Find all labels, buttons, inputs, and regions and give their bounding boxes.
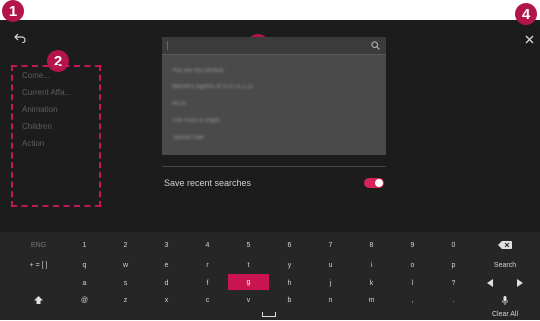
search-key[interactable]: Search bbox=[469, 258, 540, 272]
key-symbols[interactable]: + = [ ] bbox=[18, 258, 59, 272]
key[interactable]: 2 bbox=[105, 238, 146, 252]
key[interactable]: @ bbox=[64, 293, 105, 307]
suggestion-item[interactable]: You are my Destiny bbox=[172, 68, 224, 74]
key[interactable]: z bbox=[105, 293, 146, 307]
key[interactable]: l bbox=[392, 276, 433, 290]
key[interactable]: y bbox=[269, 258, 310, 272]
suggestion-item[interactable]: The Price is Right bbox=[172, 118, 219, 124]
search-panel: You are my Destiny Marvel's Agents of S.… bbox=[162, 37, 386, 155]
key[interactable]: r bbox=[187, 258, 228, 272]
key[interactable]: ? bbox=[433, 276, 474, 290]
close-icon[interactable] bbox=[525, 31, 534, 49]
key[interactable]: 6 bbox=[269, 238, 310, 252]
space-bar-icon bbox=[262, 311, 276, 317]
key[interactable]: , bbox=[392, 293, 433, 307]
key[interactable]: t bbox=[228, 258, 269, 272]
suggestion-item[interactable]: NCIS bbox=[172, 101, 186, 107]
text-cursor bbox=[167, 41, 168, 50]
key[interactable]: k bbox=[351, 276, 392, 290]
shift-key[interactable] bbox=[18, 293, 59, 307]
key[interactable]: 0 bbox=[433, 238, 474, 252]
key[interactable]: s bbox=[105, 276, 146, 290]
key[interactable]: 7 bbox=[310, 238, 351, 252]
divider bbox=[162, 166, 386, 167]
key[interactable]: o bbox=[392, 258, 433, 272]
category-item[interactable]: Action bbox=[22, 139, 44, 148]
shift-icon bbox=[34, 296, 43, 304]
key[interactable]: u bbox=[310, 258, 351, 272]
save-recent-label: Save recent searches bbox=[164, 178, 252, 188]
toggle-knob bbox=[375, 179, 383, 187]
key[interactable]: 5 bbox=[228, 238, 269, 252]
key[interactable]: i bbox=[351, 258, 392, 272]
key[interactable]: 4 bbox=[187, 238, 228, 252]
category-list-highlight bbox=[11, 65, 101, 207]
key[interactable]: v bbox=[228, 293, 269, 307]
clear-all-key[interactable]: Clear All bbox=[469, 307, 540, 321]
suggestion-item[interactable]: Tannen Hall bbox=[172, 135, 204, 141]
category-item[interactable]: Animation bbox=[22, 105, 58, 114]
key[interactable]: 3 bbox=[146, 238, 187, 252]
back-arrow-icon[interactable] bbox=[14, 30, 26, 48]
backspace-key[interactable] bbox=[469, 238, 540, 252]
left-right-arrows-icon bbox=[487, 279, 523, 287]
key[interactable]: x bbox=[146, 293, 187, 307]
key[interactable]: n bbox=[310, 293, 351, 307]
key[interactable]: a bbox=[64, 276, 105, 290]
key[interactable]: f bbox=[187, 276, 228, 290]
key[interactable]: p bbox=[433, 258, 474, 272]
key[interactable]: b bbox=[269, 293, 310, 307]
category-item[interactable]: Current Affa... bbox=[22, 88, 71, 97]
key[interactable]: j bbox=[310, 276, 351, 290]
suggestion-item[interactable]: Marvel's Agents of S.H.I.E.L.D. bbox=[172, 84, 254, 90]
category-item[interactable]: Come... bbox=[22, 71, 50, 80]
key[interactable]: 8 bbox=[351, 238, 392, 252]
key-lang[interactable]: ENG bbox=[18, 238, 59, 252]
save-recent-toggle[interactable] bbox=[364, 178, 384, 188]
key[interactable]: 1 bbox=[64, 238, 105, 252]
search-icon[interactable] bbox=[371, 41, 380, 50]
key[interactable]: q bbox=[64, 258, 105, 272]
key[interactable]: 9 bbox=[392, 238, 433, 252]
microphone-icon bbox=[502, 295, 508, 305]
key[interactable]: h bbox=[269, 276, 310, 290]
cursor-arrows-key[interactable] bbox=[469, 276, 540, 290]
on-screen-keyboard: ENG 1 2 3 4 5 6 7 8 9 0 + = [ ] q w e r … bbox=[0, 232, 540, 320]
backspace-icon bbox=[498, 241, 512, 249]
callout-4: 4 bbox=[515, 3, 537, 25]
space-key[interactable] bbox=[228, 307, 310, 321]
category-item[interactable]: Children bbox=[22, 122, 52, 131]
key[interactable]: c bbox=[187, 293, 228, 307]
key[interactable]: d bbox=[146, 276, 187, 290]
search-input[interactable] bbox=[162, 37, 386, 55]
key[interactable]: e bbox=[146, 258, 187, 272]
key[interactable]: w bbox=[105, 258, 146, 272]
key[interactable]: m bbox=[351, 293, 392, 307]
callout-1: 1 bbox=[2, 0, 24, 22]
voice-key[interactable] bbox=[469, 293, 540, 307]
key[interactable]: . bbox=[433, 293, 474, 307]
key-selected[interactable]: g bbox=[228, 274, 269, 290]
